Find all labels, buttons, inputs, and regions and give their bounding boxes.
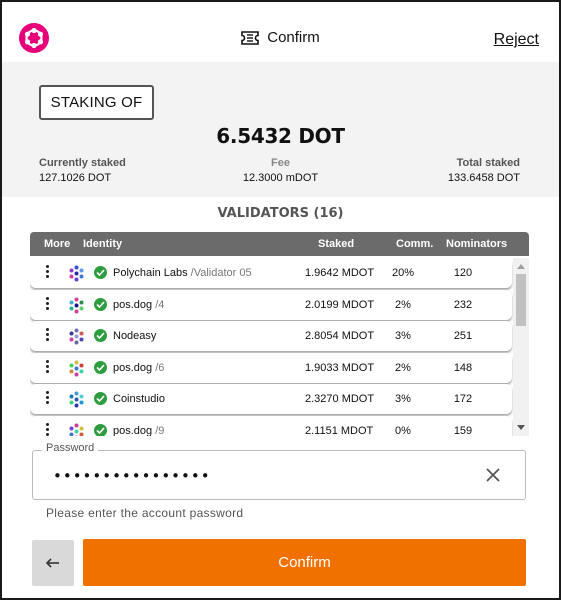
validator-nominators: 148 xyxy=(453,362,473,374)
column-identity: Identity xyxy=(83,238,123,250)
validator-row[interactable]: pos.dog /9 2.1151 MDOT 0% 159 xyxy=(30,416,512,436)
validator-commission: 2% xyxy=(395,362,411,374)
verified-check-icon xyxy=(94,424,107,436)
staking-type-badge: STAKING OF xyxy=(39,85,154,120)
verified-check-icon xyxy=(94,361,107,374)
validator-row[interactable]: Nodeasy 2.8054 MDOT 3% 251 xyxy=(30,321,512,351)
total-staked-value: 133.6458 DOT xyxy=(447,172,520,184)
more-options-icon[interactable] xyxy=(46,360,50,374)
validator-identity: pos.dog /6 xyxy=(113,362,165,374)
identicon-icon xyxy=(69,265,84,282)
validator-nominators: 172 xyxy=(453,393,473,405)
scroll-up-arrow-icon[interactable] xyxy=(517,264,525,269)
validator-staked: 2.8054 MDOT xyxy=(305,330,375,342)
more-options-icon[interactable] xyxy=(46,265,50,279)
validator-staked: 1.9642 MDOT xyxy=(305,267,375,279)
identicon-icon xyxy=(69,391,84,408)
verified-check-icon xyxy=(94,298,107,311)
identicon-icon xyxy=(69,423,84,436)
validator-row[interactable]: pos.dog /6 1.9033 MDOT 2% 148 xyxy=(30,353,512,383)
column-comm: Comm. xyxy=(396,238,434,250)
staking-summary: STAKING OF 6.5432 DOT Currently staked 1… xyxy=(2,62,559,197)
validators-list[interactable]: Polychain Labs /Validator 05 1.9642 MDOT… xyxy=(30,256,529,436)
password-label: Password xyxy=(42,442,99,454)
verified-check-icon xyxy=(94,329,107,342)
arrow-left-icon xyxy=(46,558,59,568)
validator-identity: Nodeasy xyxy=(113,330,157,342)
scrollbar-thumb[interactable] xyxy=(516,274,526,326)
password-hint: Please enter the account password xyxy=(46,506,244,520)
back-button[interactable] xyxy=(32,540,74,586)
total-staked-stat: Total staked 133.6458 DOT xyxy=(448,157,520,184)
header: Confirm Reject xyxy=(2,2,559,62)
more-options-icon[interactable] xyxy=(46,391,50,405)
identicon-icon xyxy=(69,328,84,345)
validator-staked: 2.3270 MDOT xyxy=(305,393,375,405)
column-staked: Staked xyxy=(318,238,355,250)
total-staked-label: Total staked xyxy=(456,157,520,169)
identicon-icon xyxy=(69,360,84,377)
page-title-area: Confirm xyxy=(2,29,559,46)
validator-staked: 1.9033 MDOT xyxy=(305,362,375,374)
validator-nominators: 251 xyxy=(453,330,473,342)
validators-table-header: More Identity Staked Comm. Nominators xyxy=(30,232,529,256)
validators-title: VALIDATORS (16) xyxy=(217,206,344,221)
validator-row[interactable]: Coinstudio 2.3270 MDOT 3% 172 xyxy=(30,384,512,414)
reject-link[interactable]: Reject xyxy=(494,31,539,49)
validator-identity: pos.dog /4 xyxy=(113,299,165,311)
ticket-icon xyxy=(241,31,260,45)
column-nominators: Nominators xyxy=(446,238,508,250)
password-input[interactable] xyxy=(53,465,473,487)
validator-commission: 0% xyxy=(395,425,411,436)
validator-commission: 3% xyxy=(395,393,411,405)
staking-amount: 6.5432 DOT xyxy=(216,124,345,148)
validator-nominators: 232 xyxy=(453,299,473,311)
validator-commission: 20% xyxy=(391,267,415,279)
validator-commission: 3% xyxy=(395,330,411,342)
page-title: Confirm xyxy=(267,29,320,46)
validators-scrollbar[interactable] xyxy=(513,258,529,436)
validator-identity: Polychain Labs /Validator 05 xyxy=(113,267,252,279)
identicon-icon xyxy=(69,297,84,314)
validator-commission: 2% xyxy=(395,299,411,311)
validator-identity: pos.dog /9 xyxy=(113,425,165,436)
verified-check-icon xyxy=(94,266,107,279)
validator-staked: 2.0199 MDOT xyxy=(305,299,375,311)
validator-staked: 2.1151 MDOT xyxy=(305,425,374,436)
more-options-icon[interactable] xyxy=(46,423,50,436)
validator-row[interactable]: pos.dog /4 2.0199 MDOT 2% 232 xyxy=(30,290,512,320)
more-options-icon[interactable] xyxy=(46,297,50,311)
column-more: More xyxy=(44,238,71,250)
verified-check-icon xyxy=(94,392,107,405)
validator-identity: Coinstudio xyxy=(113,393,165,405)
scroll-down-arrow-icon[interactable] xyxy=(517,425,525,430)
validator-nominators: 159 xyxy=(453,425,473,436)
password-field[interactable] xyxy=(32,450,526,500)
more-options-icon[interactable] xyxy=(46,328,50,342)
confirm-button[interactable]: Confirm xyxy=(83,539,526,586)
validator-row[interactable]: Polychain Labs /Validator 05 1.9642 MDOT… xyxy=(30,258,512,288)
clear-icon[interactable] xyxy=(485,467,501,483)
validator-nominators: 120 xyxy=(453,267,473,279)
